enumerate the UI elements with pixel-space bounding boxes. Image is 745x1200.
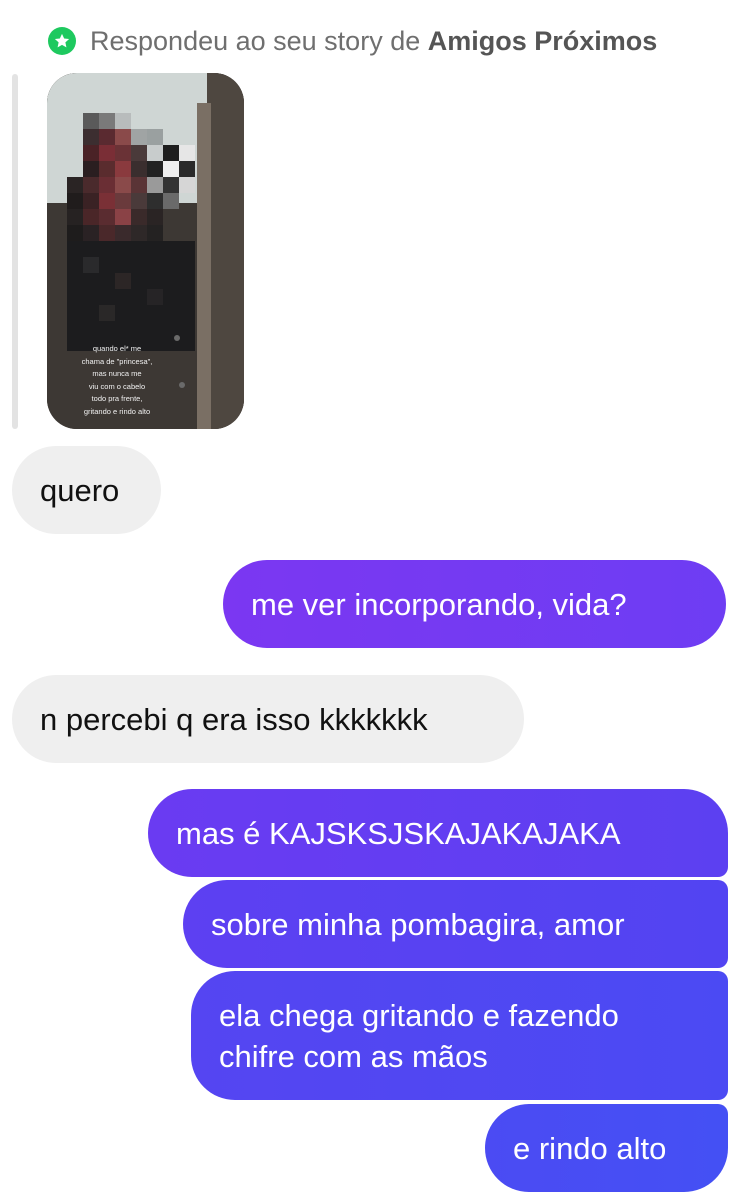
close-friends-label: Amigos Próximos — [427, 25, 658, 56]
story-thumbnail[interactable]: quando el* me chama de "princesa", mas n… — [47, 73, 244, 429]
story-reply-label: Respondeu ao seu story de Amigos Próximo… — [90, 26, 657, 57]
message-sent[interactable]: ela chega gritando e fazendo chifre com … — [191, 971, 728, 1100]
message-received[interactable]: quero — [12, 446, 161, 534]
message-sent[interactable]: sobre minha pombagira, amor — [183, 880, 728, 968]
message-sent[interactable]: mas é KAJSKSJSKAJAKAJAKA — [148, 789, 728, 877]
message-text: ela chega gritando e fazendo chifre com … — [219, 997, 619, 1074]
message-sent[interactable]: e rindo alto — [485, 1104, 728, 1192]
message-text: me ver incorporando, vida? — [251, 586, 627, 622]
message-text: e rindo alto — [513, 1130, 667, 1166]
star-icon — [48, 27, 76, 55]
message-text: mas é KAJSKSJSKAJAKAJAKA — [176, 815, 621, 851]
message-sent[interactable]: me ver incorporando, vida? — [223, 560, 726, 648]
message-text: sobre minha pombagira, amor — [211, 906, 625, 942]
message-text: n percebi q era isso kkkkkkk — [40, 701, 428, 737]
message-received[interactable]: n percebi q era isso kkkkkkk — [12, 675, 524, 763]
reply-indicator-bar — [12, 74, 18, 429]
story-reply-prefix: Respondeu ao seu story de — [90, 25, 421, 56]
story-reply-header: Respondeu ao seu story de Amigos Próximo… — [48, 22, 657, 60]
story-caption: quando el* me chama de "princesa", mas n… — [81, 344, 153, 416]
message-text: quero — [40, 472, 120, 508]
